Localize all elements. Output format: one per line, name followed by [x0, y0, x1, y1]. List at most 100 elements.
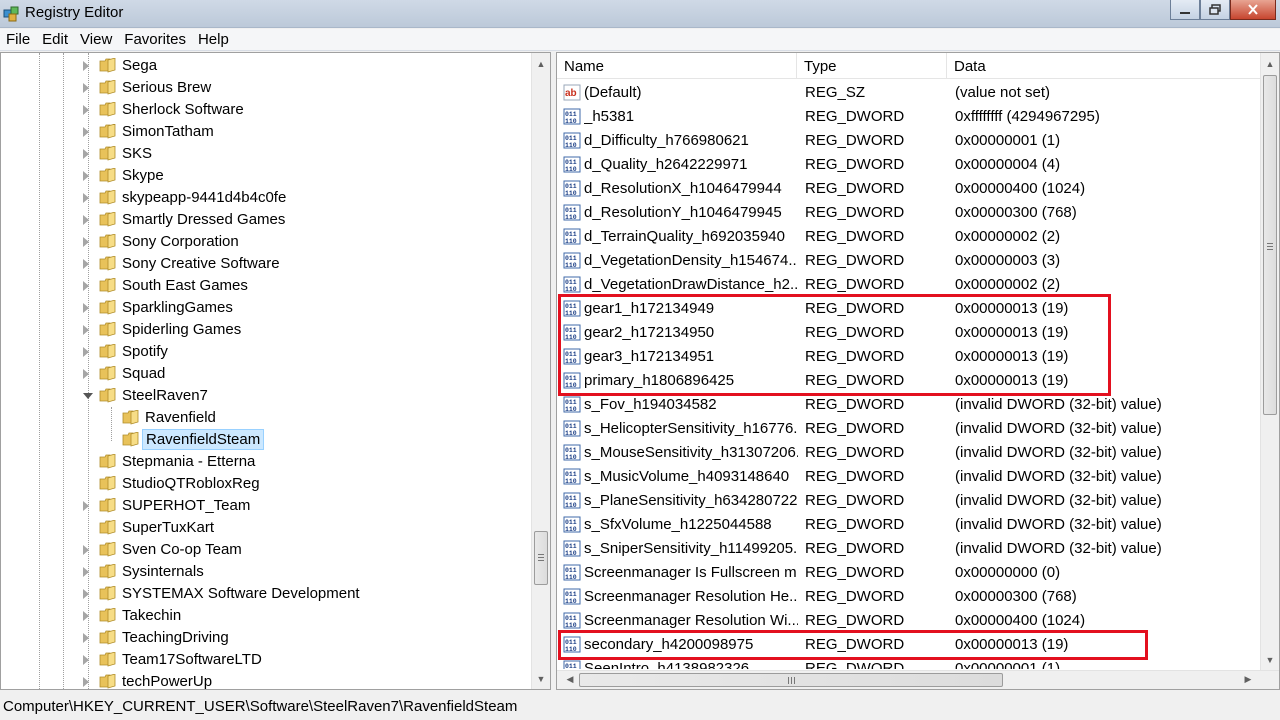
menu-favorites[interactable]: Favorites: [118, 29, 192, 51]
collapsed-arrow-icon[interactable]: [83, 193, 89, 203]
scroll-down-icon[interactable]: ▼: [1261, 651, 1279, 668]
title-bar[interactable]: Registry Editor: [0, 0, 1280, 28]
collapsed-arrow-icon[interactable]: [83, 677, 89, 687]
tree-item[interactable]: techPowerUp: [1, 671, 531, 689]
tree-item[interactable]: SKS: [1, 143, 531, 165]
scroll-up-icon[interactable]: ▲: [1261, 55, 1279, 72]
value-type-cell: REG_DWORD: [805, 588, 905, 605]
tree-item[interactable]: Sony Creative Software: [1, 253, 531, 275]
value-row[interactable]: 011 110 s_SniperSensitivity_h11499205... RE…: [557, 537, 1261, 561]
tree-item[interactable]: SimonTatham: [1, 121, 531, 143]
value-row[interactable]: ab (Default) REG_SZ (value not set): [557, 81, 1261, 105]
menu-help[interactable]: Help: [192, 29, 235, 51]
list-horizontal-scrollbar[interactable]: ◀ ▶: [557, 670, 1279, 689]
tree-item[interactable]: Stepmania - Etterna: [1, 451, 531, 473]
tree-item[interactable]: Squad: [1, 363, 531, 385]
tree-item[interactable]: Spotify: [1, 341, 531, 363]
tree-item[interactable]: SparklingGames: [1, 297, 531, 319]
tree-item[interactable]: Sony Corporation: [1, 231, 531, 253]
menu-view[interactable]: View: [74, 29, 118, 51]
tree-item[interactable]: South East Games: [1, 275, 531, 297]
menu-edit[interactable]: Edit: [36, 29, 74, 51]
value-row[interactable]: 011 110 s_SfxVolume_h1225044588 REG_DWORD (i…: [557, 513, 1261, 537]
tree-item[interactable]: Spiderling Games: [1, 319, 531, 341]
tree-item[interactable]: StudioQTRobloxReg: [1, 473, 531, 495]
collapsed-arrow-icon[interactable]: [83, 237, 89, 247]
tree-item[interactable]: Skype: [1, 165, 531, 187]
maximize-button[interactable]: [1200, 0, 1230, 20]
minimize-button[interactable]: [1170, 0, 1200, 20]
scroll-down-icon[interactable]: ▼: [532, 670, 550, 687]
collapsed-arrow-icon[interactable]: [83, 501, 89, 511]
tree-vertical-scrollbar[interactable]: ▲ ▼: [531, 53, 550, 689]
collapsed-arrow-icon[interactable]: [83, 149, 89, 159]
collapsed-arrow-icon[interactable]: [83, 325, 89, 335]
value-row[interactable]: 011 110 d_Quality_h2642229971 REG_DWORD 0x00…: [557, 153, 1261, 177]
value-row[interactable]: 011 110 d_TerrainQuality_h692035940 REG_DWO…: [557, 225, 1261, 249]
column-header-data[interactable]: Data: [947, 53, 1261, 79]
tree-item[interactable]: Smartly Dressed Games: [1, 209, 531, 231]
tree-item[interactable]: Takechin: [1, 605, 531, 627]
collapsed-arrow-icon[interactable]: [83, 545, 89, 555]
value-row[interactable]: 011 110 s_MouseSensitivity_h31307206... REG…: [557, 441, 1261, 465]
value-row[interactable]: 011 110 s_HelicopterSensitivity_h16776... R…: [557, 417, 1261, 441]
value-row[interactable]: 011 110 Screenmanager Resolution He... REG_…: [557, 585, 1261, 609]
collapsed-arrow-icon[interactable]: [83, 347, 89, 357]
column-header-name[interactable]: Name: [557, 53, 797, 79]
value-row[interactable]: 011 110 d_ResolutionX_h1046479944 REG_DWORD…: [557, 177, 1261, 201]
tree-item[interactable]: Sherlock Software: [1, 99, 531, 121]
tree-item[interactable]: Team17SoftwareLTD: [1, 649, 531, 671]
collapsed-arrow-icon[interactable]: [83, 61, 89, 71]
tree-item[interactable]: Serious Brew: [1, 77, 531, 99]
collapsed-arrow-icon[interactable]: [83, 281, 89, 291]
value-row[interactable]: 011 110 d_ResolutionY_h1046479945 REG_DWORD…: [557, 201, 1261, 225]
collapsed-arrow-icon[interactable]: [83, 171, 89, 181]
collapsed-arrow-icon[interactable]: [83, 589, 89, 599]
scroll-left-icon[interactable]: ◀: [561, 671, 579, 688]
collapsed-arrow-icon[interactable]: [83, 259, 89, 269]
scrollbar-thumb[interactable]: [579, 673, 1003, 687]
value-name-cell: d_VegetationDensity_h154674...: [584, 252, 798, 269]
menu-file[interactable]: File: [0, 29, 36, 51]
expanded-arrow-icon[interactable]: [83, 393, 93, 399]
tree-item[interactable]: SUPERHOT_Team: [1, 495, 531, 517]
column-header-type[interactable]: Type: [797, 53, 947, 79]
value-row[interactable]: 011 110 Screenmanager Is Fullscreen m... RE…: [557, 561, 1261, 585]
collapsed-arrow-icon[interactable]: [83, 633, 89, 643]
collapsed-arrow-icon[interactable]: [83, 369, 89, 379]
tree-item[interactable]: SuperTuxKart: [1, 517, 531, 539]
collapsed-arrow-icon[interactable]: [83, 83, 89, 93]
tree-item[interactable]: Sven Co-op Team: [1, 539, 531, 561]
tree-item[interactable]: skypeapp-9441d4b4c0fe: [1, 187, 531, 209]
scroll-right-icon[interactable]: ▶: [1239, 671, 1257, 688]
tree-item[interactable]: Ravenfield: [1, 407, 531, 429]
window-controls: [1170, 0, 1276, 22]
collapsed-arrow-icon[interactable]: [83, 655, 89, 665]
value-row[interactable]: 011 110 d_Difficulty_h766980621 REG_DWORD 0x…: [557, 129, 1261, 153]
collapsed-arrow-icon[interactable]: [83, 303, 89, 313]
value-row[interactable]: 011 110 d_VegetationDensity_h154674... REG_…: [557, 249, 1261, 273]
scroll-up-icon[interactable]: ▲: [532, 55, 550, 72]
value-row[interactable]: 011 110 s_Fov_h194034582 REG_DWORD (invalid …: [557, 393, 1261, 417]
tree-item[interactable]: TeachingDriving: [1, 627, 531, 649]
collapsed-arrow-icon[interactable]: [83, 215, 89, 225]
value-data-cell: (value not set): [955, 84, 1051, 101]
tree-item[interactable]: Sysinternals: [1, 561, 531, 583]
tree-item-label: Spiderling Games: [122, 321, 242, 338]
value-row[interactable]: 011 110 s_MusicVolume_h4093148640 REG_DWORD…: [557, 465, 1261, 489]
list-vertical-scrollbar[interactable]: ▲ ▼: [1260, 53, 1279, 670]
close-button[interactable]: [1230, 0, 1276, 20]
value-row[interactable]: 011 110 _h5381 REG_DWORD 0xffffffff (4294967…: [557, 105, 1261, 129]
scrollbar-thumb[interactable]: [1263, 75, 1277, 415]
value-row[interactable]: 011 110 s_PlaneSensitivity_h634280722 REG_D…: [557, 489, 1261, 513]
tree-item[interactable]: Sega: [1, 55, 531, 77]
tree-item[interactable]: SYSTEMAX Software Development: [1, 583, 531, 605]
collapsed-arrow-icon[interactable]: [83, 127, 89, 137]
binary-value-icon: 011110: [563, 156, 581, 173]
tree-item[interactable]: SteelRaven7: [1, 385, 531, 407]
tree-item[interactable]: RavenfieldSteam: [1, 429, 531, 451]
collapsed-arrow-icon[interactable]: [83, 105, 89, 115]
collapsed-arrow-icon[interactable]: [83, 611, 89, 621]
collapsed-arrow-icon[interactable]: [83, 567, 89, 577]
scrollbar-thumb[interactable]: [534, 531, 548, 585]
